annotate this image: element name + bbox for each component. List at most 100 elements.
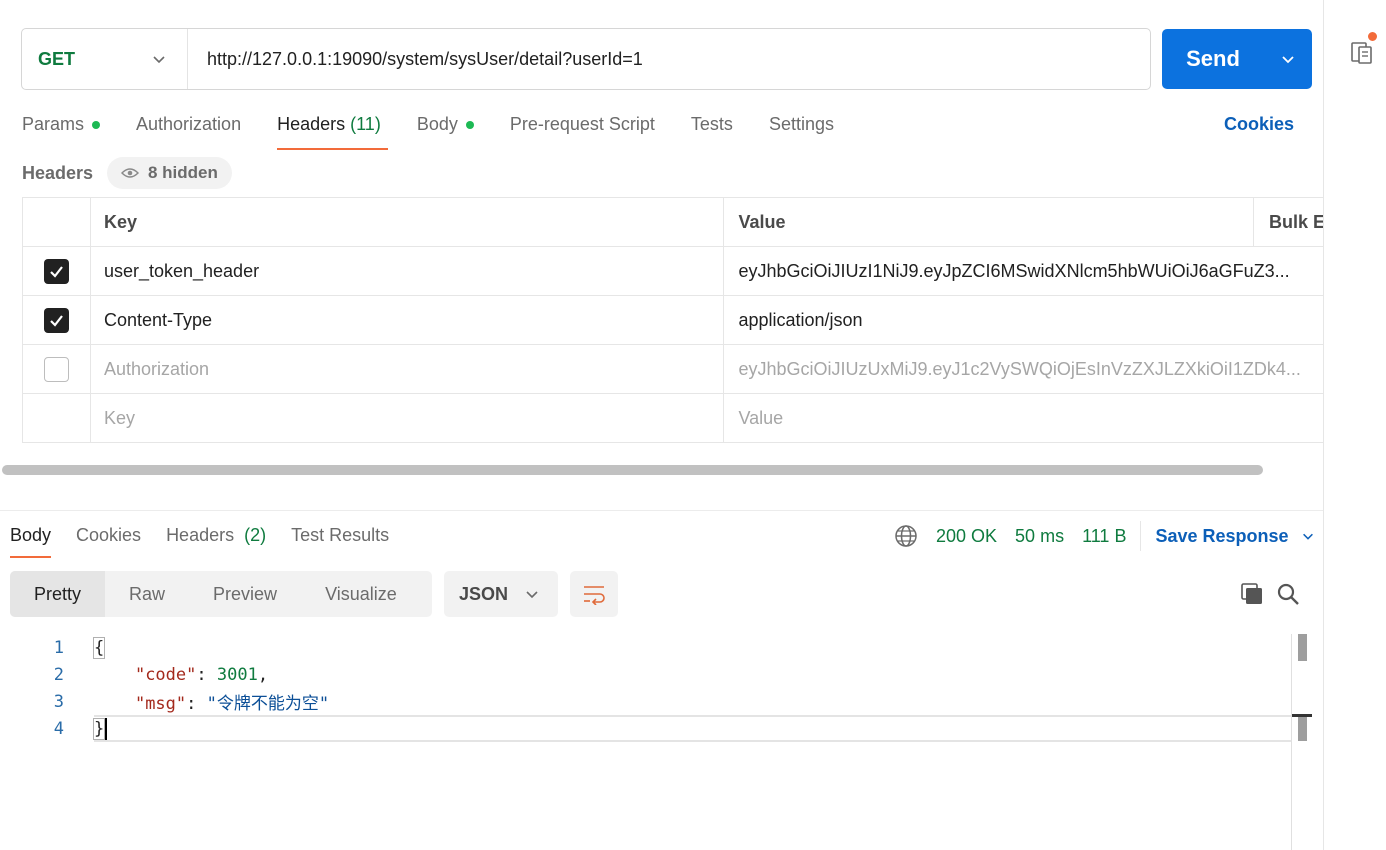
status-dot [465,121,474,129]
row-checkbox[interactable] [43,258,69,284]
header-key[interactable]: Authorization [91,345,725,393]
table-row: Authorization eyJhbGciOiJIUzUxMiJ9.eyJ1c… [23,345,1323,394]
search-icon[interactable] [1276,582,1300,606]
eye-icon [121,168,139,178]
checkbox-cell [23,394,91,442]
save-response-label: Save Response [1155,525,1289,546]
code-line: 1 { [0,634,1292,661]
url-bar: GET http://127.0.0.1:19090/system/sysUse… [21,28,1151,90]
table-row-new: Key Value [23,394,1323,443]
tab-response-cookies[interactable]: Cookies [76,520,141,558]
tab-settings[interactable]: Settings [769,110,834,150]
chevron-down-icon [1282,56,1294,64]
code-text: "msg": "令牌不能为空" [134,694,330,714]
view-visualize[interactable]: Visualize [301,571,421,617]
bulk-edit-button[interactable]: Bulk Ed [1254,198,1323,246]
code-text: } [92,717,108,740]
tab-tests[interactable]: Tests [691,110,733,150]
json-key: "code" [134,664,197,685]
response-meta: 200 OK 50 ms 111 B Save Response [894,521,1315,551]
row-checkbox[interactable] [43,356,69,382]
separator [1140,521,1142,551]
send-button[interactable]: Send [1162,29,1312,89]
method-select[interactable]: GET [22,29,188,89]
header-value[interactable]: eyJhbGciOiJIUzI1NiJ9.eyJpZCI6MSwidXNlcm5… [724,247,1323,295]
view-mode-segment: Pretty Raw Preview Visualize [10,571,432,617]
tab-count: (2) [244,525,267,545]
cookies-link[interactable]: Cookies [1224,114,1294,135]
horizontal-scrollbar[interactable] [2,465,1263,475]
tab-body[interactable]: Body [417,110,474,150]
table-row: user_token_header eyJhbGciOiJIUzI1NiJ9.e… [23,247,1323,296]
tab-label: Headers [277,114,346,134]
response-code-viewer[interactable]: 1 { 2 "code": 3001, 3 "msg": "令牌不能为空" 4 … [0,634,1292,742]
close-brace: } [92,717,106,740]
wrap-icon [584,586,605,605]
tab-response-body[interactable]: Body [10,520,52,558]
document-icon[interactable] [1350,40,1374,66]
table-row: Content-Type application/json [23,296,1323,345]
globe-icon[interactable] [894,524,918,548]
vertical-scrollbar-track [1291,634,1292,850]
new-key-input[interactable]: Key [91,394,725,442]
wrap-lines-button[interactable] [570,571,618,617]
save-response-button[interactable]: Save Response [1155,526,1314,547]
tab-label: Headers [166,525,235,545]
response-size[interactable]: 111 B [1082,526,1126,547]
table-header-row: Key Value Bulk Ed [23,198,1323,247]
copy-icon[interactable] [1240,582,1264,606]
request-tabs: Params Authorization Headers (11) Body Pr… [22,110,870,150]
header-value-text: eyJhbGciOiJIUzI1NiJ9.eyJpZCI6MSwidXNlcm5… [738,260,1290,281]
tab-test-results[interactable]: Test Results [291,520,389,558]
right-sidebar [1323,0,1386,850]
tab-response-headers[interactable]: Headers (2) [166,520,266,558]
view-raw[interactable]: Raw [105,571,189,617]
hidden-headers-toggle[interactable]: 8 hidden [107,157,232,189]
line-number: 4 [53,718,64,739]
tab-label: Params [22,114,85,134]
code-text: { [92,636,106,659]
vertical-scrollbar-thumb[interactable] [1298,634,1307,661]
tab-label: Tests [690,114,733,134]
header-value[interactable]: application/json [724,296,1323,344]
tab-label: Settings [768,114,834,134]
scroll-marker [1298,717,1307,741]
view-preview[interactable]: Preview [189,571,301,617]
send-options-button[interactable] [1264,51,1312,67]
headers-table: Key Value Bulk Ed user_token_header eyJh… [22,197,1323,443]
notification-dot [1367,31,1378,42]
header-key[interactable]: user_token_header [91,247,725,295]
hidden-count: 8 hidden [148,163,218,182]
column-value: Value [724,198,1255,246]
response-tabs: Body Cookies Headers (2) Test Results [10,520,414,558]
tab-label: Authorization [136,114,242,134]
pane-divider[interactable] [0,510,1323,511]
tab-params[interactable]: Params [22,110,101,150]
view-pretty[interactable]: Pretty [10,571,106,617]
tab-headers[interactable]: Headers (11) [277,110,388,150]
new-value-input[interactable]: Value [724,394,1323,442]
status-code[interactable]: 200 OK [936,526,997,547]
checkbox-cell [23,247,91,295]
header-value-text: eyJhbGciOiJIUzUxMiJ9.eyJ1c2VySWQiOjEsInV… [738,358,1301,379]
row-checkbox[interactable] [43,307,69,333]
tab-pre-request-script[interactable]: Pre-request Script [510,110,655,150]
checkbox-cell [23,345,91,393]
text-caret [105,717,108,740]
json-string: "令牌不能为空" [206,694,330,714]
format-select[interactable]: JSON [444,571,558,617]
code-text: "code": 3001, [134,664,269,685]
tab-count: (11) [350,114,381,134]
check-icon [50,265,63,278]
json-number: 3001 [216,664,258,685]
json-key: "msg" [134,694,187,714]
code-line: 3 "msg": "令牌不能为空" [0,688,1292,715]
line-number: 3 [53,691,64,712]
status-dot [92,121,101,129]
tab-label: Pre-request Script [509,114,655,134]
tab-authorization[interactable]: Authorization [136,110,241,150]
header-value[interactable]: eyJhbGciOiJIUzUxMiJ9.eyJ1c2VySWQiOjEsInV… [724,345,1323,393]
response-time[interactable]: 50 ms [1015,526,1064,547]
header-key[interactable]: Content-Type [91,296,725,344]
url-input[interactable]: http://127.0.0.1:19090/system/sysUser/de… [188,49,643,70]
